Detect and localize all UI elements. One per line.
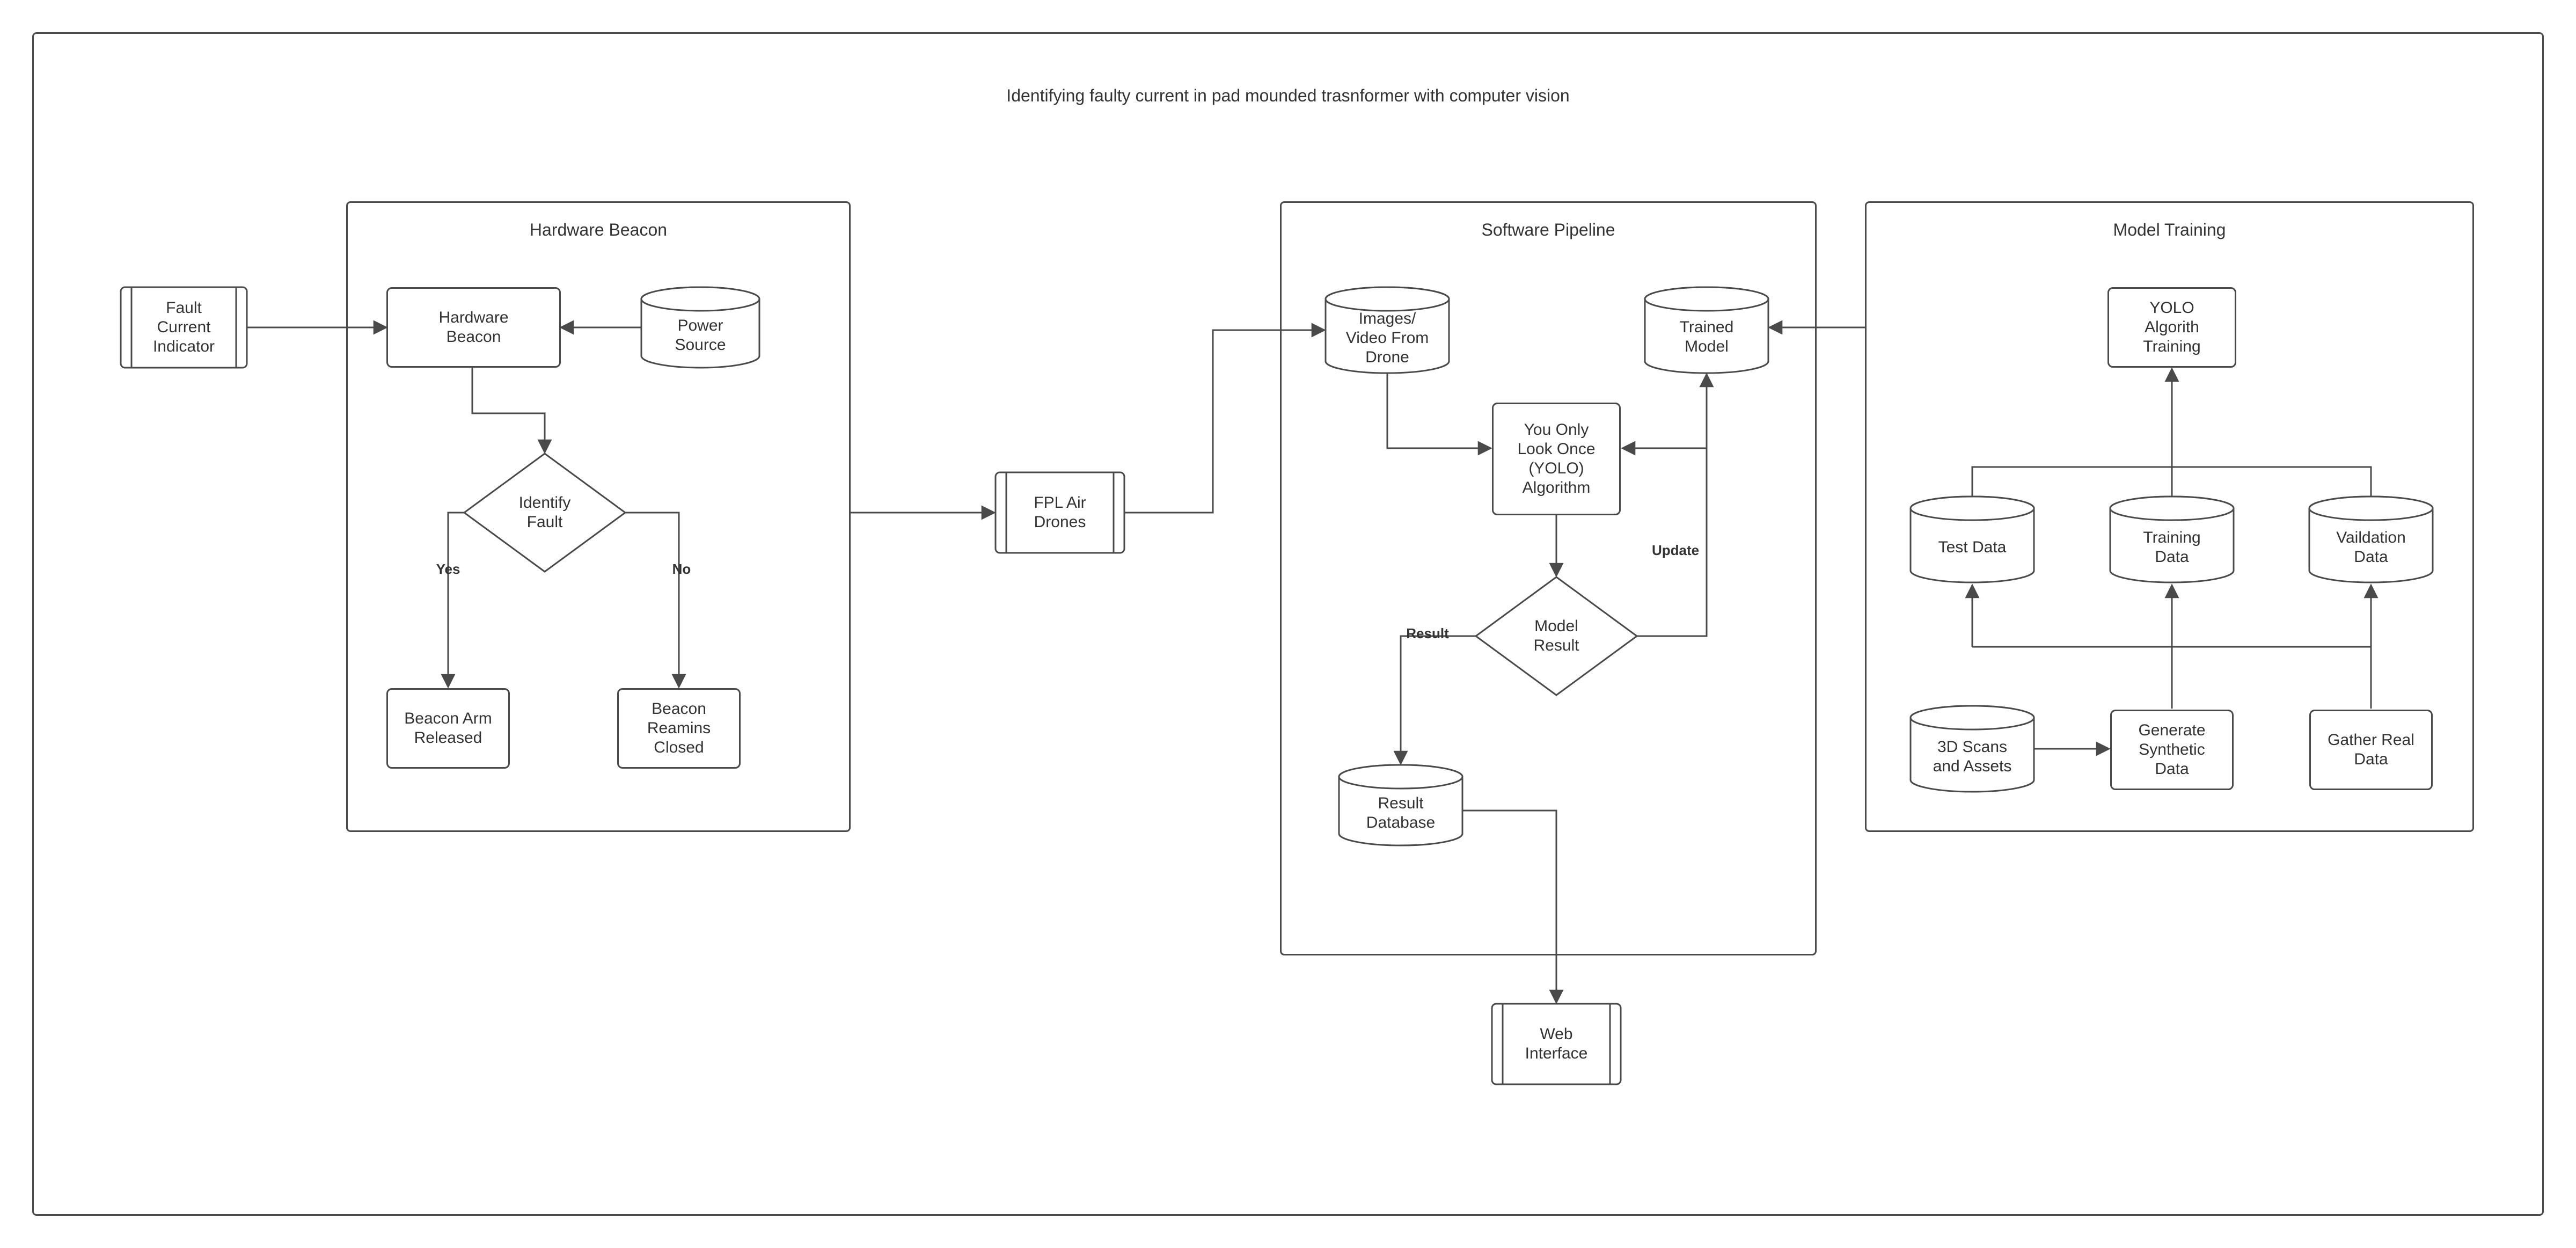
node-trained-model-label: Trained Model xyxy=(1648,311,1766,362)
group-training-title: Model Training xyxy=(1865,220,2474,240)
node-validation-data-label: Vaildation Data xyxy=(2312,518,2430,577)
group-software-title: Software Pipeline xyxy=(1280,220,1817,240)
node-fault-current-indicator-label: Fault Current Indicator xyxy=(133,289,235,366)
node-result-db-label: Result Database xyxy=(1344,786,1457,840)
edge-label-no: No xyxy=(668,561,695,578)
node-beacon-remains-closed: Beacon Reamins Closed xyxy=(617,688,741,769)
diagram-title: Identifying faulty current in pad mounde… xyxy=(805,86,1771,106)
node-yolo-algorithm: You Only Look Once (YOLO) Algorithm xyxy=(1492,403,1621,515)
node-training-data-label: Training Data xyxy=(2113,518,2231,577)
node-yolo-training: YOLO Algorith Training xyxy=(2107,287,2236,368)
node-hardware-beacon: Hardware Beacon xyxy=(386,287,561,368)
node-gather-real: Gather Real Data xyxy=(2309,710,2433,790)
node-power-source-label: Power Source xyxy=(644,309,757,362)
node-images-video-label: Images/ Video From Drone xyxy=(1328,309,1446,368)
edge-label-result: Result xyxy=(1401,625,1454,642)
node-scans-assets-label: 3D Scans and Assets xyxy=(1913,727,2031,786)
node-beacon-arm-released: Beacon Arm Released xyxy=(386,688,510,769)
node-model-result-label: Model Result xyxy=(1503,615,1610,658)
group-hardware-title: Hardware Beacon xyxy=(346,220,851,240)
node-identify-fault-label: Identify Fault xyxy=(491,488,598,537)
node-gen-synth: Generate Synthetic Data xyxy=(2110,710,2234,790)
edge-label-yes: Yes xyxy=(435,561,462,578)
node-test-data-label: Test Data xyxy=(1913,521,2031,574)
edge-label-update: Update xyxy=(1649,542,1702,559)
node-web-interface-label: Web Interface xyxy=(1504,1005,1608,1083)
node-fpl-drones-label: FPL Air Drones xyxy=(1008,474,1112,551)
